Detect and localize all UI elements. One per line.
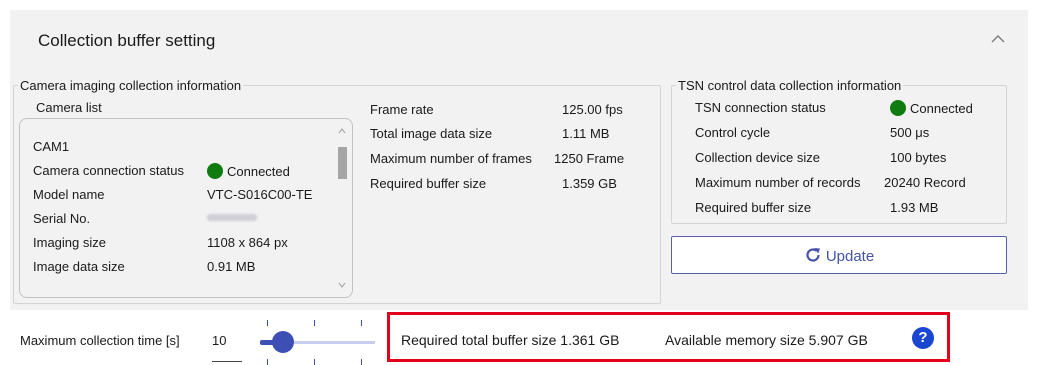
collection-time-slider[interactable] bbox=[255, 320, 375, 365]
scroll-up-icon[interactable] bbox=[336, 125, 348, 137]
required-total-buffer-size: Required total buffer size 1.361 GB bbox=[401, 332, 620, 348]
scroll-down-icon[interactable] bbox=[336, 279, 348, 291]
tsn-required-buffer-label: Required buffer size bbox=[695, 200, 812, 215]
collection-buffer-panel: Collection buffer setting Camera imaging… bbox=[10, 10, 1028, 310]
camera-list-label: Camera list bbox=[36, 100, 102, 115]
total-image-data-size-value: 1.11 MB bbox=[562, 126, 610, 141]
camera-status-value: Connected bbox=[207, 163, 290, 179]
slider-tick bbox=[361, 359, 362, 365]
max-collection-time-input[interactable]: 10 bbox=[212, 333, 226, 348]
imaging-size-value: 1108 x 864 px bbox=[207, 235, 288, 250]
tsn-status-value: Connected bbox=[890, 100, 973, 116]
update-button[interactable]: Update bbox=[671, 236, 1007, 274]
slider-tick bbox=[314, 359, 315, 365]
connected-status-icon bbox=[890, 100, 906, 116]
buffer-summary-highlight: Required total buffer size 1.361 GB Avai… bbox=[387, 312, 950, 362]
redacted-serial bbox=[207, 214, 257, 221]
max-records-label: Maximum number of records bbox=[695, 175, 861, 190]
max-records-value: 20240 Record bbox=[884, 175, 966, 190]
collection-device-size-value: 100 bytes bbox=[890, 150, 947, 165]
model-name-value: VTC-S016C00-TE bbox=[207, 187, 313, 202]
tsn-status-label: TSN connection status bbox=[695, 100, 826, 115]
camera-required-buffer-label: Required buffer size bbox=[370, 176, 487, 191]
slider-tick bbox=[267, 320, 268, 326]
connected-status-icon bbox=[207, 163, 223, 179]
max-frames-label: Maximum number of frames bbox=[370, 151, 532, 166]
serial-no-value bbox=[207, 211, 257, 226]
camera-required-buffer-value: 1.359 GB bbox=[562, 176, 617, 191]
scroll-thumb[interactable] bbox=[338, 147, 347, 179]
total-image-data-size-label: Total image data size bbox=[370, 126, 493, 141]
camera-list-scrollbar[interactable] bbox=[335, 123, 349, 293]
camera-list[interactable]: CAM1 Camera connection status Connected … bbox=[19, 118, 353, 298]
panel-title: Collection buffer setting bbox=[38, 31, 216, 50]
camera-name[interactable]: CAM1 bbox=[33, 139, 69, 154]
slider-tick bbox=[267, 359, 268, 365]
control-cycle-label: Control cycle bbox=[695, 125, 771, 140]
collection-device-size-label: Collection device size bbox=[695, 150, 821, 165]
max-collection-time-label: Maximum collection time [s] bbox=[20, 333, 180, 348]
imaging-size-label: Imaging size bbox=[33, 235, 106, 250]
serial-no-label: Serial No. bbox=[33, 211, 91, 226]
tsn-required-buffer-value: 1.93 MB bbox=[890, 200, 939, 215]
help-icon[interactable]: ? bbox=[912, 327, 934, 349]
refresh-icon bbox=[806, 248, 820, 262]
available-memory-size: Available memory size 5.907 GB bbox=[665, 332, 868, 348]
slider-tick bbox=[361, 320, 362, 326]
update-button-content: Update bbox=[672, 246, 1006, 265]
update-button-label: Update bbox=[825, 248, 875, 265]
max-frames-value: 1250 Frame bbox=[554, 151, 625, 166]
tsn-group-legend: TSN control data collection information bbox=[678, 78, 902, 93]
slider-tick bbox=[314, 320, 315, 326]
image-data-size-value: 0.91 MB bbox=[207, 259, 256, 274]
image-data-size-label: Image data size bbox=[33, 259, 125, 274]
camera-group-legend: Camera imaging collection information bbox=[20, 78, 242, 93]
chevron-up-icon[interactable] bbox=[990, 32, 1006, 46]
model-name-label: Model name bbox=[33, 187, 105, 202]
input-underline bbox=[212, 361, 242, 362]
frame-rate-label: Frame rate bbox=[370, 102, 434, 117]
control-cycle-value: 500 μs bbox=[890, 125, 930, 140]
slider-thumb[interactable] bbox=[272, 331, 294, 353]
frame-rate-value: 125.00 fps bbox=[562, 102, 623, 117]
camera-status-label: Camera connection status bbox=[33, 163, 185, 178]
